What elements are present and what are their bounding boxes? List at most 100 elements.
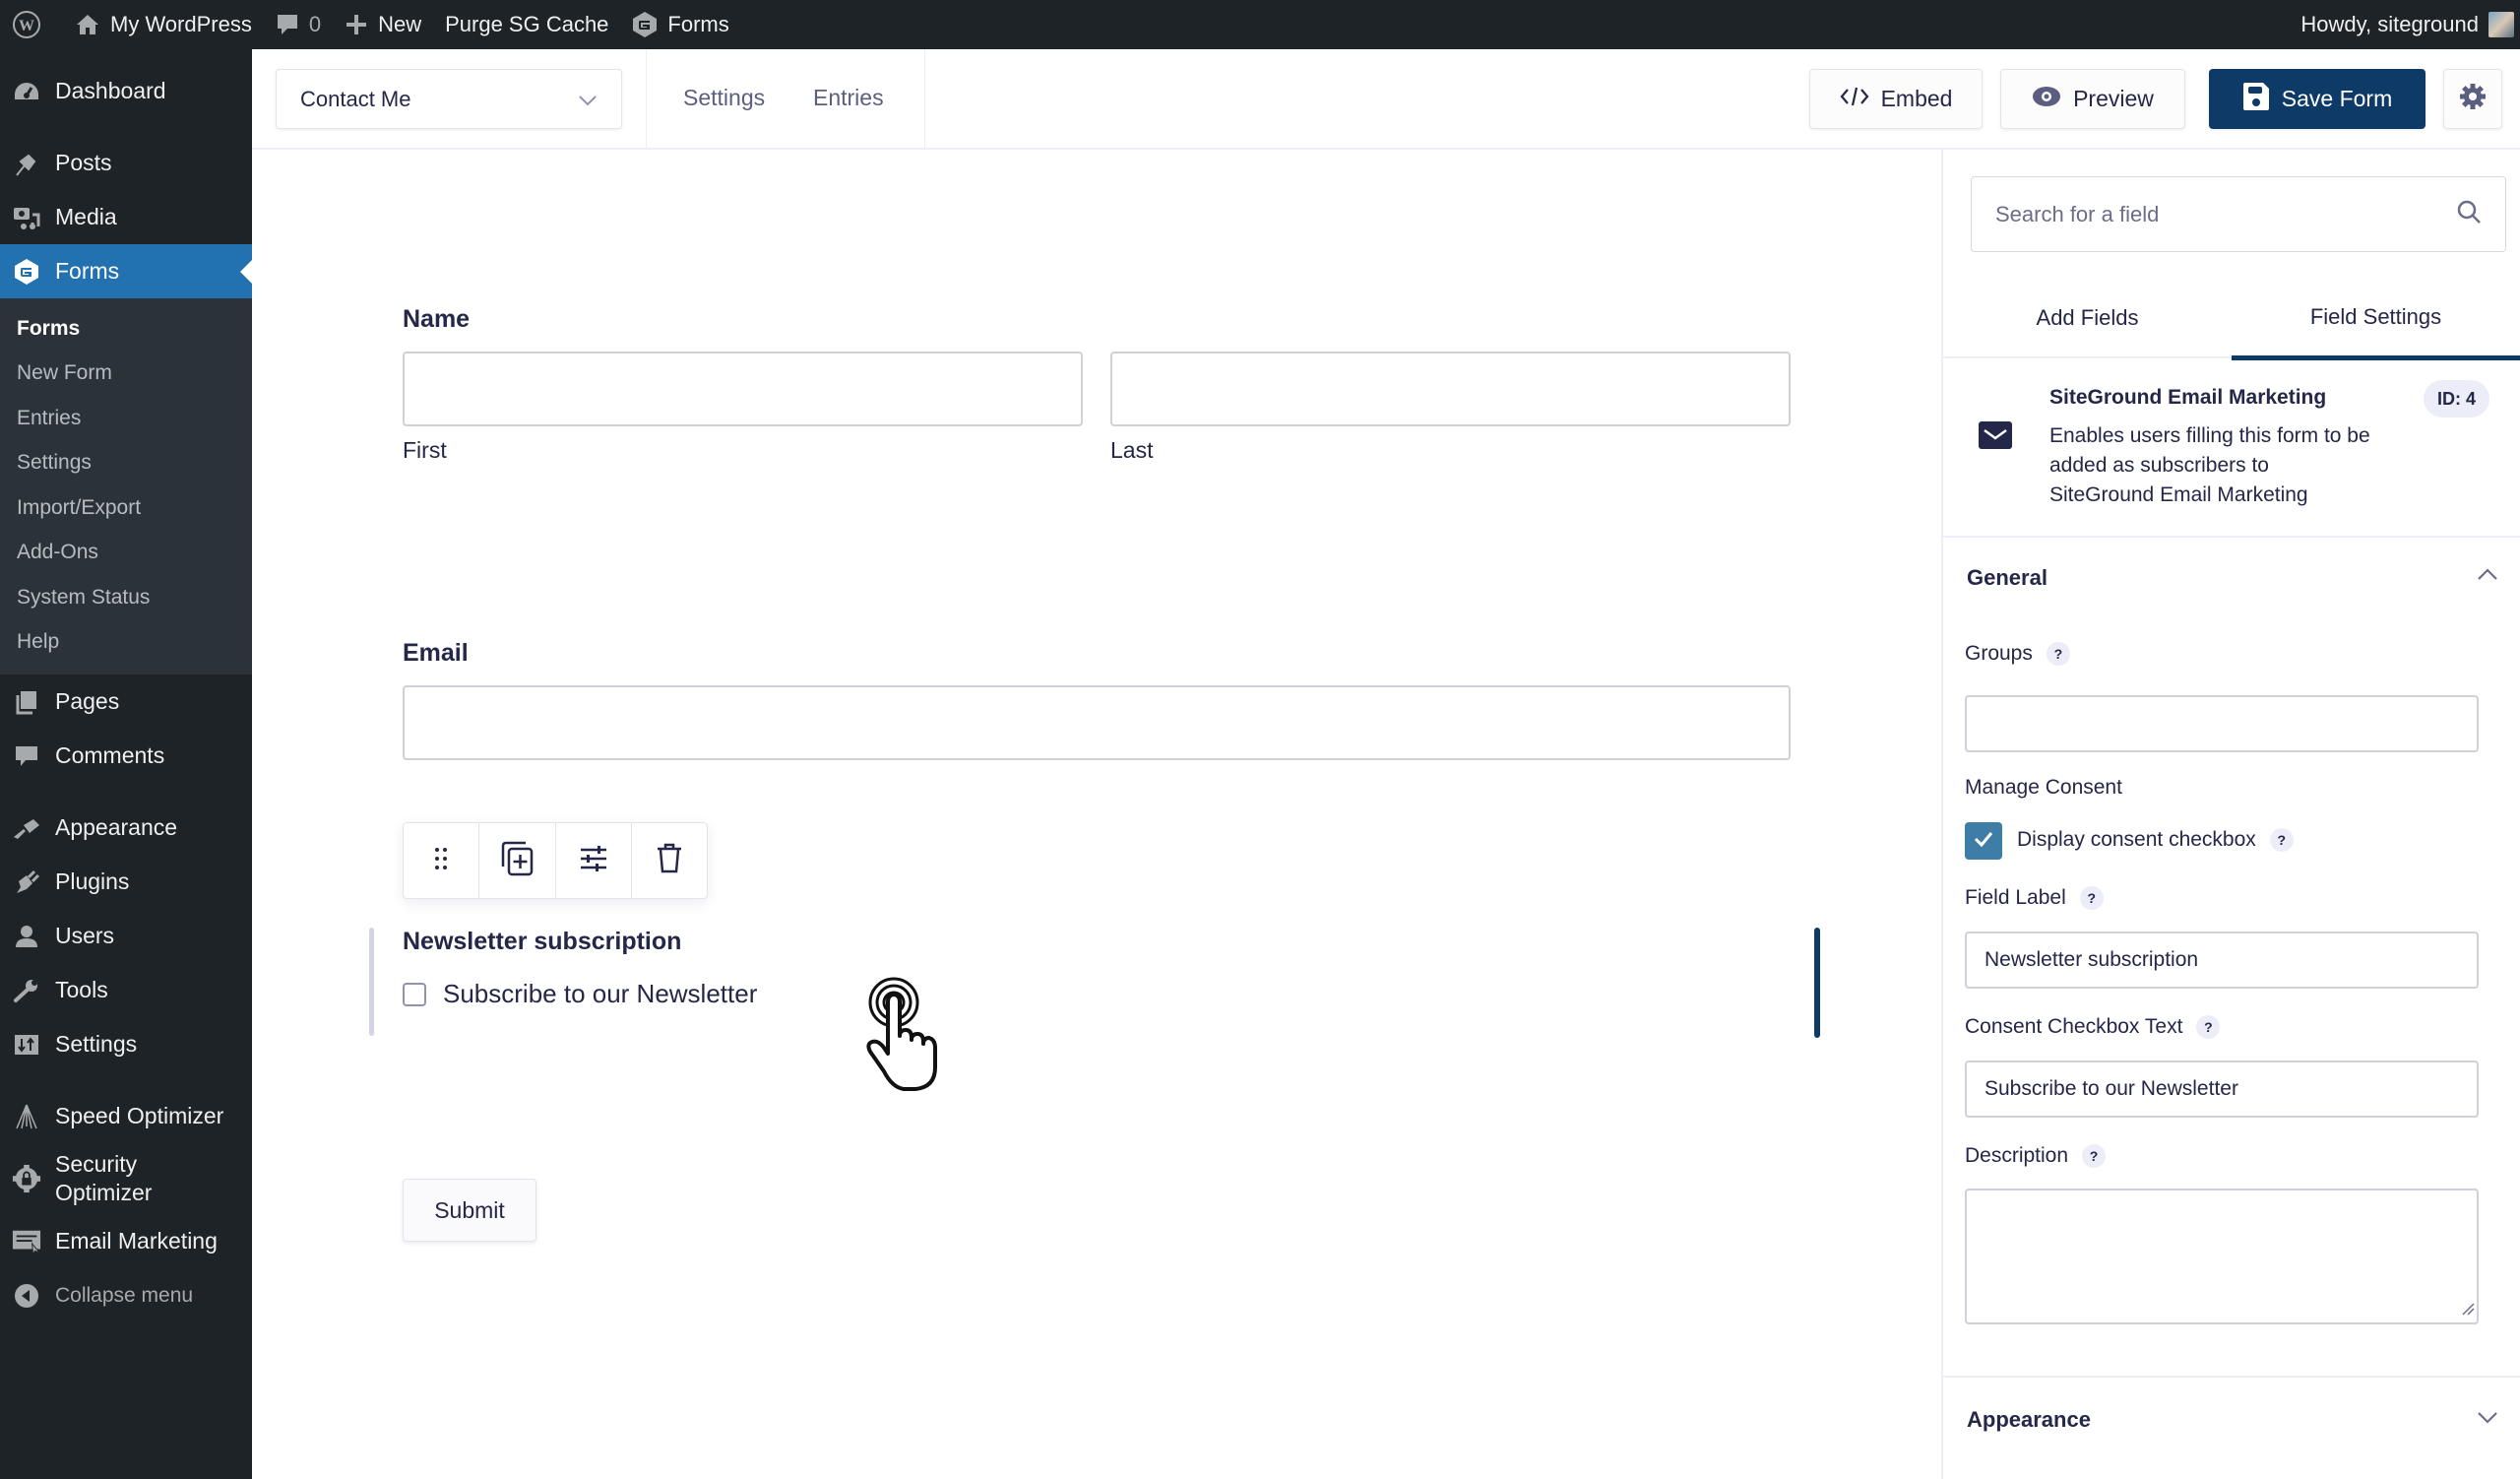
field-info-card: SiteGround Email Marketing Enables users… [1943, 358, 2520, 538]
consent-text-label-text: Consent Checkbox Text [1965, 1015, 2183, 1038]
delete-field-button[interactable] [632, 823, 707, 898]
last-name-input[interactable] [1110, 352, 1791, 426]
user-icon [12, 922, 41, 951]
field-settings-panel: Search for a field Add Fields Field Sett… [1941, 150, 2520, 1479]
sidebar-item-settings[interactable]: Settings [0, 1017, 252, 1071]
form-settings-gear-button[interactable] [2443, 69, 2502, 129]
checkmark-icon [1973, 830, 1994, 853]
forms-link[interactable]: Forms [620, 0, 740, 49]
preview-button[interactable]: Preview [2000, 69, 2185, 129]
submenu-new-form[interactable]: New Form [0, 352, 252, 397]
sidebar-item-users[interactable]: Users [0, 909, 252, 963]
speed-icon [12, 1102, 41, 1131]
display-consent-label: Display consent checkbox ? [2017, 828, 2294, 852]
sidebar-item-posts[interactable]: Posts [0, 136, 252, 190]
wordpress-icon: W [12, 10, 41, 39]
settings-icon [12, 1030, 41, 1060]
submit-button[interactable]: Submit [403, 1179, 536, 1242]
sidebar-item-speed-optimizer[interactable]: Speed Optimizer [0, 1089, 252, 1143]
help-icon[interactable]: ? [2046, 642, 2070, 666]
sidebar-item-appearance[interactable]: Appearance [0, 801, 252, 855]
drag-handle-button[interactable] [404, 823, 480, 898]
submenu-help[interactable]: Help [0, 620, 252, 666]
sidebar-label: Users [55, 923, 115, 948]
help-icon[interactable]: ? [2196, 1015, 2221, 1039]
admin-sidebar: Dashboard Posts Media Forms Forms New Fo… [0, 49, 252, 1479]
first-name-input[interactable] [403, 352, 1083, 426]
help-icon[interactable]: ? [2079, 886, 2104, 910]
submenu-settings[interactable]: Settings [0, 441, 252, 486]
sidebar-item-media[interactable]: Media [0, 190, 252, 244]
description-textarea[interactable] [1965, 1189, 2479, 1324]
embed-label: Embed [1880, 86, 1953, 111]
manage-consent-text: Manage Consent [1965, 776, 2122, 799]
submenu-entries[interactable]: Entries [0, 396, 252, 441]
field-label-input[interactable]: Newsletter subscription [1965, 932, 2479, 989]
sidebar-label: Appearance [55, 814, 178, 840]
general-section-title: General [1967, 565, 2048, 590]
forms-label: Forms [667, 12, 729, 36]
email-input[interactable] [403, 685, 1791, 760]
save-form-button[interactable]: Save Form [2209, 69, 2426, 129]
purge-cache-link[interactable]: Purge SG Cache [433, 0, 620, 49]
sidebar-item-dashboard[interactable]: Dashboard [0, 64, 252, 118]
new-label: New [378, 12, 422, 36]
field-id-badge: ID: 4 [2424, 380, 2490, 418]
toolbar-divider [646, 49, 647, 148]
sidebar-label: Plugins [55, 868, 130, 894]
duplicate-icon [500, 841, 534, 881]
field-selection-bar-left [369, 928, 374, 1036]
tab-field-settings[interactable]: Field Settings [2232, 278, 2520, 360]
field-settings-button[interactable] [556, 823, 632, 898]
email-marketing-icon [12, 1227, 41, 1256]
site-name-link[interactable]: My WordPress [63, 0, 264, 49]
sidebar-item-tools[interactable]: Tools [0, 963, 252, 1017]
forms-submenu: Forms New Form Entries Settings Import/E… [0, 298, 252, 675]
form-switcher-select[interactable]: Contact Me [276, 69, 622, 129]
submenu-add-ons[interactable]: Add-Ons [0, 531, 252, 576]
help-icon[interactable]: ? [2082, 1144, 2107, 1168]
appearance-section-header[interactable]: Appearance [1943, 1376, 2520, 1479]
avatar [2488, 12, 2514, 37]
admin-bar: W My WordPress 0 New Purge SG Cache Form… [0, 0, 2520, 49]
entries-link[interactable]: Entries [813, 85, 884, 111]
sidebar-item-pages[interactable]: Pages [0, 675, 252, 729]
sidebar-item-plugins[interactable]: Plugins [0, 855, 252, 909]
field-search-input[interactable]: Search for a field [1971, 176, 2506, 252]
submenu-forms[interactable]: Forms [0, 306, 252, 352]
sidebar-label: Email Marketing [55, 1228, 218, 1254]
search-icon [2456, 199, 2482, 230]
panel-tabs: Add Fields Field Settings [1943, 278, 2520, 360]
submenu-import-export[interactable]: Import/Export [0, 485, 252, 531]
duplicate-field-button[interactable] [479, 823, 556, 898]
sidebar-item-security-optimizer[interactable]: Security Optimizer [0, 1143, 252, 1214]
groups-input[interactable] [1965, 695, 2479, 752]
manage-consent-label: Manage Consent [1965, 776, 2122, 800]
sidebar-item-comments[interactable]: Comments [0, 729, 252, 783]
description-label: Description ? [1965, 1144, 2107, 1168]
tab-add-fields[interactable]: Add Fields [1943, 278, 2232, 358]
display-consent-text: Display consent checkbox [2017, 828, 2256, 851]
help-icon[interactable]: ? [2269, 828, 2294, 852]
consent-checkbox-text-input[interactable]: Subscribe to our Newsletter [1965, 1061, 2479, 1118]
my-account-link[interactable]: Howdy, siteground [2289, 0, 2520, 49]
comment-icon [12, 741, 41, 771]
home-icon [75, 12, 100, 37]
sidebar-item-email-marketing[interactable]: Email Marketing [0, 1214, 252, 1268]
last-sublabel: Last [1110, 437, 1154, 463]
submenu-system-status[interactable]: System Status [0, 575, 252, 620]
newsletter-checkbox[interactable] [403, 983, 426, 1006]
wordpress-logo[interactable]: W [0, 0, 63, 49]
settings-link[interactable]: Settings [683, 85, 765, 111]
sidebar-item-forms[interactable]: Forms [0, 244, 252, 298]
resize-handle-icon[interactable] [2461, 1302, 2475, 1320]
sidebar-label: Security Optimizer [55, 1151, 153, 1205]
display-consent-checkbox[interactable] [1965, 822, 2002, 860]
new-content-link[interactable]: New [333, 0, 433, 49]
embed-button[interactable]: Embed [1809, 69, 1983, 129]
comments-link[interactable]: 0 [264, 0, 333, 49]
collapse-label: Collapse menu [55, 1283, 194, 1307]
trash-icon [656, 843, 683, 879]
pages-icon [12, 687, 41, 717]
collapse-menu-button[interactable]: Collapse menu [0, 1268, 252, 1322]
